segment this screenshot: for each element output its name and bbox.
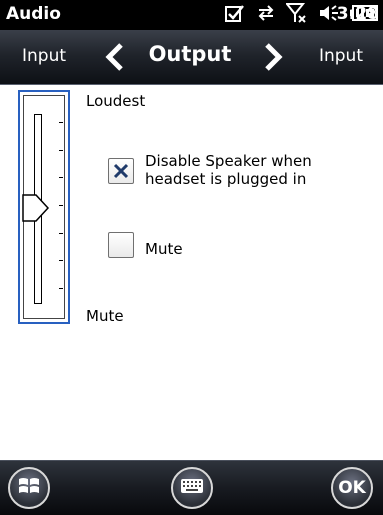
volume-label-mute: Mute: [86, 307, 124, 325]
volume-tick: [59, 232, 63, 234]
keyboard-button[interactable]: [171, 467, 213, 509]
checkmark-x-icon: [113, 163, 129, 179]
clock: 3:28: [336, 4, 379, 24]
app-title: Audio: [6, 4, 61, 24]
tab-input-next[interactable]: Input: [293, 30, 383, 84]
volume-tick: [59, 177, 63, 179]
disable-speaker-label[interactable]: Disable Speaker when headset is plugged …: [145, 152, 345, 188]
volume-tick: [59, 288, 63, 289]
volume-tick: [59, 205, 63, 206]
status-bar: Audio 3:28: [0, 0, 383, 30]
volume-label-loudest: Loudest: [86, 92, 146, 110]
checkbox-icon[interactable]: [224, 3, 246, 27]
volume-tick: [59, 122, 63, 123]
chevron-left-icon[interactable]: [104, 42, 126, 76]
keyboard-icon: [180, 478, 204, 498]
windows-start-icon: [17, 474, 41, 502]
sync-arrows-icon[interactable]: [256, 3, 276, 27]
start-button[interactable]: [8, 467, 50, 509]
volume-tick: [59, 149, 63, 151]
tab-bar: Input Output Input: [0, 30, 383, 85]
mute-checkbox[interactable]: [108, 232, 134, 258]
disable-speaker-label-line2: headset is plugged in: [145, 170, 307, 188]
tab-input-prev[interactable]: Input: [0, 30, 90, 84]
signal-off-icon[interactable]: [284, 2, 308, 28]
volume-tick: [59, 260, 63, 262]
disable-speaker-checkbox[interactable]: [108, 158, 134, 184]
mute-label[interactable]: Mute: [145, 240, 183, 258]
disable-speaker-label-line1: Disable Speaker when: [145, 152, 312, 170]
ok-button[interactable]: OK: [331, 467, 373, 509]
bottom-bar: OK: [0, 460, 383, 515]
tab-prev-label: Input: [22, 46, 67, 66]
tab-next-label: Input: [318, 46, 363, 66]
ok-label: OK: [338, 478, 366, 498]
tab-output: Output: [148, 42, 232, 66]
volume-slider[interactable]: [18, 90, 70, 324]
chevron-right-icon[interactable]: [262, 42, 284, 76]
volume-thumb[interactable]: [22, 193, 50, 227]
